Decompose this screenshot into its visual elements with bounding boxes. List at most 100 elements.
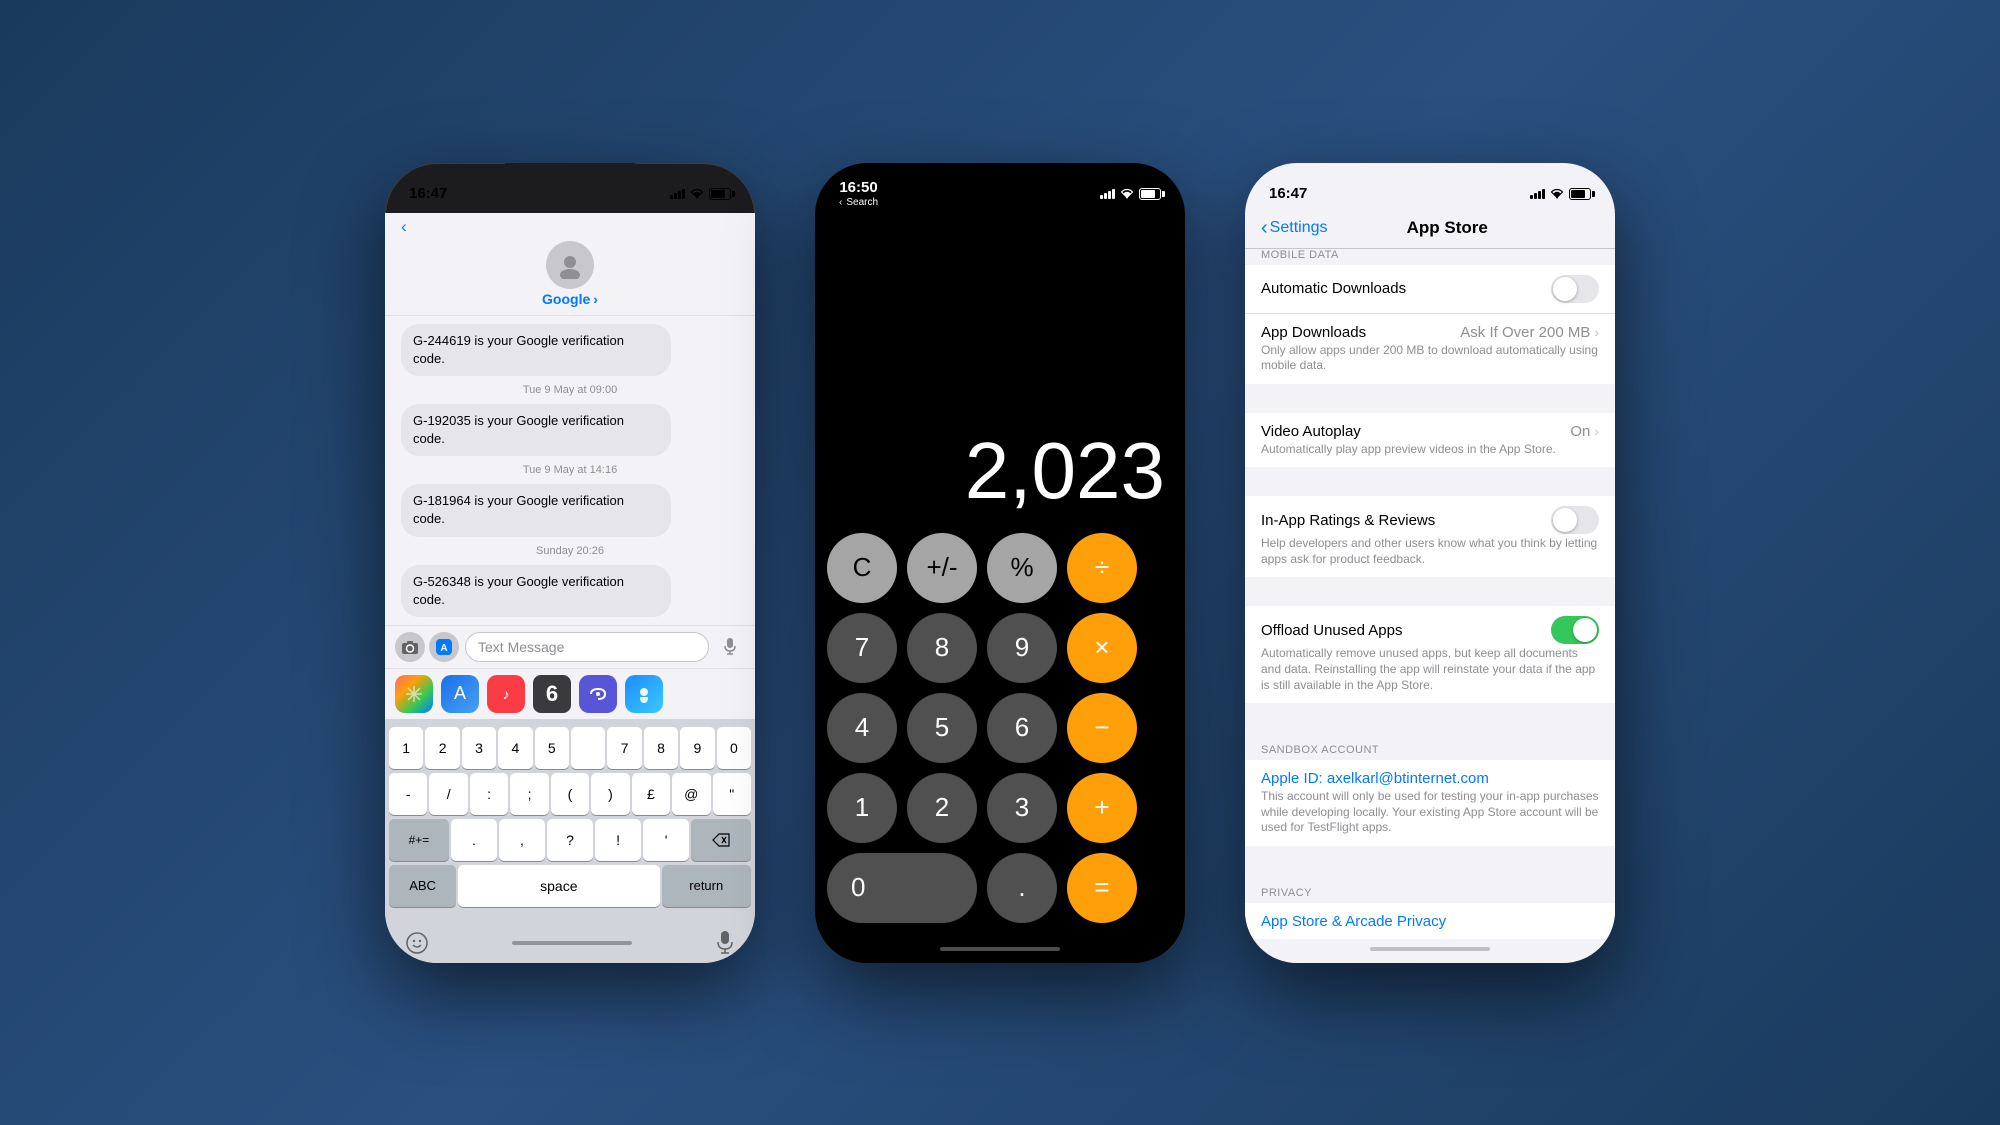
appstore-app-icon[interactable]: A bbox=[441, 675, 479, 713]
calc-btn-c[interactable]: C bbox=[827, 533, 897, 603]
calc-btn-7[interactable]: 7 bbox=[827, 613, 897, 683]
sandbox-apple-id-row: Apple ID: axelkarl@btinternet.com This a… bbox=[1245, 760, 1615, 846]
section-gap-3 bbox=[1245, 578, 1615, 606]
calc-btn-6[interactable]: 6 bbox=[987, 693, 1057, 763]
messages-screen: ‹ Google › G-244619 is your Google verif… bbox=[385, 213, 755, 963]
calc-btn-1[interactable]: 1 bbox=[827, 773, 897, 843]
calc-btn-0[interactable]: 0 bbox=[827, 853, 977, 923]
contact-name: Google › bbox=[542, 291, 598, 307]
apple-id-link[interactable]: Apple ID: axelkarl@btinternet.com bbox=[1261, 770, 1489, 787]
podcast-app-icon[interactable] bbox=[579, 675, 617, 713]
calc-btn-divide[interactable]: ÷ bbox=[1067, 533, 1137, 603]
key-5[interactable]: 5 bbox=[535, 727, 569, 769]
notch-settings bbox=[1365, 163, 1495, 193]
keyboard[interactable]: 1 2 3 4 5 7 8 9 0 - / : ; ( ) £ @ bbox=[385, 719, 755, 927]
automatic-downloads-row: Automatic Downloads bbox=[1245, 265, 1615, 314]
key-comma[interactable]: , bbox=[499, 819, 545, 861]
key-pound[interactable]: £ bbox=[632, 773, 670, 815]
key-2[interactable]: 2 bbox=[425, 727, 459, 769]
key-colon[interactable]: : bbox=[470, 773, 508, 815]
status-time-1: 16:47 bbox=[409, 185, 447, 202]
apple-id-sub: This account will only be used for testi… bbox=[1261, 789, 1599, 836]
status-icons-1 bbox=[670, 188, 731, 200]
calc-btn-5[interactable]: 5 bbox=[907, 693, 977, 763]
msg-bubble-2: G-192035 is your Google verification cod… bbox=[401, 404, 671, 456]
svg-text:♪: ♪ bbox=[503, 686, 510, 702]
privacy-arcade-row[interactable]: App Store & Arcade Privacy bbox=[1245, 903, 1615, 938]
key-0[interactable]: 0 bbox=[717, 727, 751, 769]
msg-input-icons: A bbox=[395, 632, 459, 662]
key-cparen[interactable]: ) bbox=[591, 773, 629, 815]
signal-icon-1 bbox=[670, 189, 685, 199]
calc-row-2: 7 8 9 × bbox=[827, 613, 1173, 683]
music-app-icon[interactable]: ♪ bbox=[487, 675, 525, 713]
key-space[interactable]: space bbox=[458, 865, 659, 907]
key-3[interactable]: 3 bbox=[462, 727, 496, 769]
msg-timestamp-2: Tue 9 May at 14:16 bbox=[401, 464, 739, 476]
calc-btn-2[interactable]: 2 bbox=[907, 773, 977, 843]
key-oparen[interactable]: ( bbox=[551, 773, 589, 815]
offload-apps-toggle[interactable] bbox=[1551, 616, 1599, 644]
calc-btn-percent[interactable]: % bbox=[987, 533, 1057, 603]
battery-icon-2 bbox=[1139, 188, 1161, 200]
calc-btn-8[interactable]: 8 bbox=[907, 613, 977, 683]
calc-btn-multiply[interactable]: × bbox=[1067, 613, 1137, 683]
in-app-ratings-toggle[interactable] bbox=[1551, 506, 1599, 534]
appstore-icon-btn[interactable]: A bbox=[429, 632, 459, 662]
key-semicolon[interactable]: ; bbox=[510, 773, 548, 815]
mobile-data-section-header: MOBILE DATA bbox=[1245, 249, 1615, 265]
key-period[interactable]: . bbox=[451, 819, 497, 861]
calc-row-5: 0 . = bbox=[827, 853, 1173, 923]
video-autoplay-row[interactable]: Video Autoplay On › Automatically play a… bbox=[1245, 413, 1615, 468]
app-downloads-label: App Downloads bbox=[1261, 324, 1366, 341]
calc-btn-9[interactable]: 9 bbox=[987, 613, 1057, 683]
calc-btn-4[interactable]: 4 bbox=[827, 693, 897, 763]
key-apostrophe[interactable]: ' bbox=[643, 819, 689, 861]
findmy-app-icon[interactable] bbox=[625, 675, 663, 713]
key-delete[interactable] bbox=[691, 819, 751, 861]
back-button-messages[interactable]: ‹ bbox=[401, 217, 407, 237]
key-quote[interactable]: " bbox=[713, 773, 751, 815]
key-abc[interactable]: ABC bbox=[389, 865, 456, 907]
key-return[interactable]: return bbox=[662, 865, 752, 907]
key-4[interactable]: 4 bbox=[498, 727, 532, 769]
key-8[interactable]: 8 bbox=[644, 727, 678, 769]
status-icons-2 bbox=[1100, 188, 1161, 200]
video-autoplay-value: On › bbox=[1570, 423, 1599, 440]
mic-button[interactable] bbox=[715, 632, 745, 662]
key-1[interactable]: 1 bbox=[389, 727, 423, 769]
signal-icon-3 bbox=[1530, 189, 1545, 199]
calc-btn-minus[interactable]: − bbox=[1067, 693, 1137, 763]
arcade-privacy-link[interactable]: App Store & Arcade Privacy bbox=[1261, 913, 1599, 930]
section-gap-4 bbox=[1245, 704, 1615, 732]
app-downloads-row[interactable]: App Downloads Ask If Over 200 MB › Only … bbox=[1245, 314, 1615, 384]
messages-input-area: A Text Message bbox=[385, 625, 755, 668]
calc-btn-equals[interactable]: = bbox=[1067, 853, 1137, 923]
key-exclaim[interactable]: ! bbox=[595, 819, 641, 861]
status-time-2: 16:50 bbox=[839, 179, 877, 196]
mic-icon-bottom[interactable] bbox=[715, 931, 735, 955]
battery-icon-3 bbox=[1569, 188, 1591, 200]
emoji-icon[interactable] bbox=[405, 931, 429, 955]
camera-icon-btn[interactable] bbox=[395, 632, 425, 662]
message-text-input[interactable]: Text Message bbox=[465, 632, 709, 662]
key-numpad[interactable]: #+= bbox=[389, 819, 449, 861]
key-question[interactable]: ? bbox=[547, 819, 593, 861]
calc-btn-plusminus[interactable]: +/- bbox=[907, 533, 977, 603]
automatic-downloads-toggle[interactable] bbox=[1551, 275, 1599, 303]
in-app-ratings-card: In-App Ratings & Reviews Help developers… bbox=[1245, 496, 1615, 577]
privacy-card: App Store & Arcade Privacy Personalised … bbox=[1245, 903, 1615, 938]
key-at[interactable]: @ bbox=[672, 773, 710, 815]
key-minus[interactable]: - bbox=[389, 773, 427, 815]
key-slash[interactable]: / bbox=[429, 773, 467, 815]
photos-app-icon[interactable] bbox=[395, 675, 433, 713]
key-7[interactable]: 7 bbox=[607, 727, 641, 769]
calc-btn-3[interactable]: 3 bbox=[987, 773, 1057, 843]
settings-back-button[interactable]: ‹ Settings bbox=[1261, 217, 1327, 240]
keyboard-number-row: 1 2 3 4 5 7 8 9 0 bbox=[389, 727, 751, 769]
calc-btn-plus[interactable]: + bbox=[1067, 773, 1137, 843]
key-6[interactable] bbox=[571, 727, 605, 769]
privacy-section-header: PRIVACY bbox=[1245, 875, 1615, 903]
calc-btn-dot[interactable]: . bbox=[987, 853, 1057, 923]
key-9[interactable]: 9 bbox=[680, 727, 714, 769]
